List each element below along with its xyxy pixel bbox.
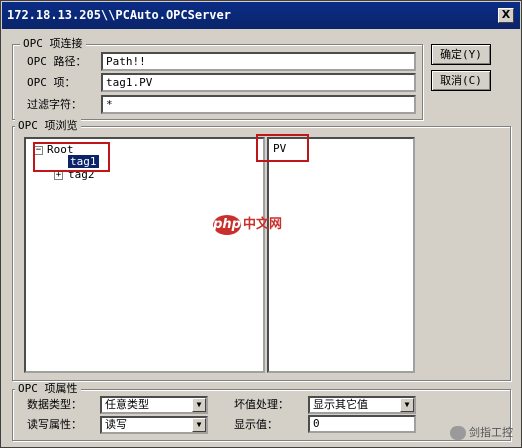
access-label: 读写属性：	[27, 418, 82, 431]
filter-field[interactable]: *	[101, 95, 416, 114]
bad-value-value: 显示其它值	[313, 398, 368, 411]
attributes-legend: OPC 项属性	[15, 382, 81, 395]
item-tree[interactable]: − Root tag1 + tag2	[24, 137, 265, 373]
filter-label: 过滤字符：	[27, 98, 82, 111]
window-title: 172.18.13.205\\PCAuto.OPCServer	[7, 8, 231, 22]
data-type-label: 数据类型：	[27, 398, 82, 411]
data-type-select[interactable]: 任意类型 ▼	[100, 396, 208, 414]
connect-legend: OPC 项连接	[20, 37, 86, 50]
bad-value-label: 坏值处理：	[234, 398, 289, 411]
brand-text: 剑指工控	[469, 426, 513, 439]
dropdown-arrow-icon[interactable]: ▼	[192, 418, 206, 432]
dropdown-arrow-icon[interactable]: ▼	[400, 398, 414, 412]
php-logo-icon: php	[213, 215, 241, 235]
wechat-icon	[450, 426, 466, 440]
dropdown-arrow-icon[interactable]: ▼	[192, 398, 206, 412]
data-type-value: 任意类型	[105, 398, 149, 411]
pv-highlight	[256, 134, 309, 162]
display-value-field[interactable]: 0	[308, 415, 416, 433]
expand-icon[interactable]: +	[54, 171, 63, 180]
close-icon[interactable]: X	[498, 8, 514, 23]
brand-badge: 剑指工控	[450, 424, 513, 440]
watermark: php 中文网	[213, 213, 282, 235]
browse-legend: OPC 项浏览	[15, 119, 81, 132]
opc-server-dialog: 172.18.13.205\\PCAuto.OPCServer X OPC 项连…	[0, 0, 522, 448]
bad-value-select[interactable]: 显示其它值 ▼	[308, 396, 416, 414]
property-list[interactable]: PV	[267, 137, 415, 373]
path-label: OPC 路径：	[27, 55, 87, 68]
cancel-button[interactable]: 取消(C)	[431, 70, 491, 91]
item-field[interactable]: tag1.PV	[101, 73, 416, 92]
display-value-label: 显示值：	[234, 418, 278, 431]
tag1-highlight	[33, 142, 110, 172]
access-value: 读写	[105, 418, 127, 431]
path-field[interactable]: Path!!	[101, 52, 416, 71]
ok-button[interactable]: 确定(Y)	[431, 44, 491, 65]
title-bar: 172.18.13.205\\PCAuto.OPCServer X	[2, 2, 520, 29]
item-label: OPC 项：	[27, 76, 76, 89]
watermark-text: 中文网	[243, 217, 283, 232]
access-select[interactable]: 读写 ▼	[100, 416, 208, 434]
